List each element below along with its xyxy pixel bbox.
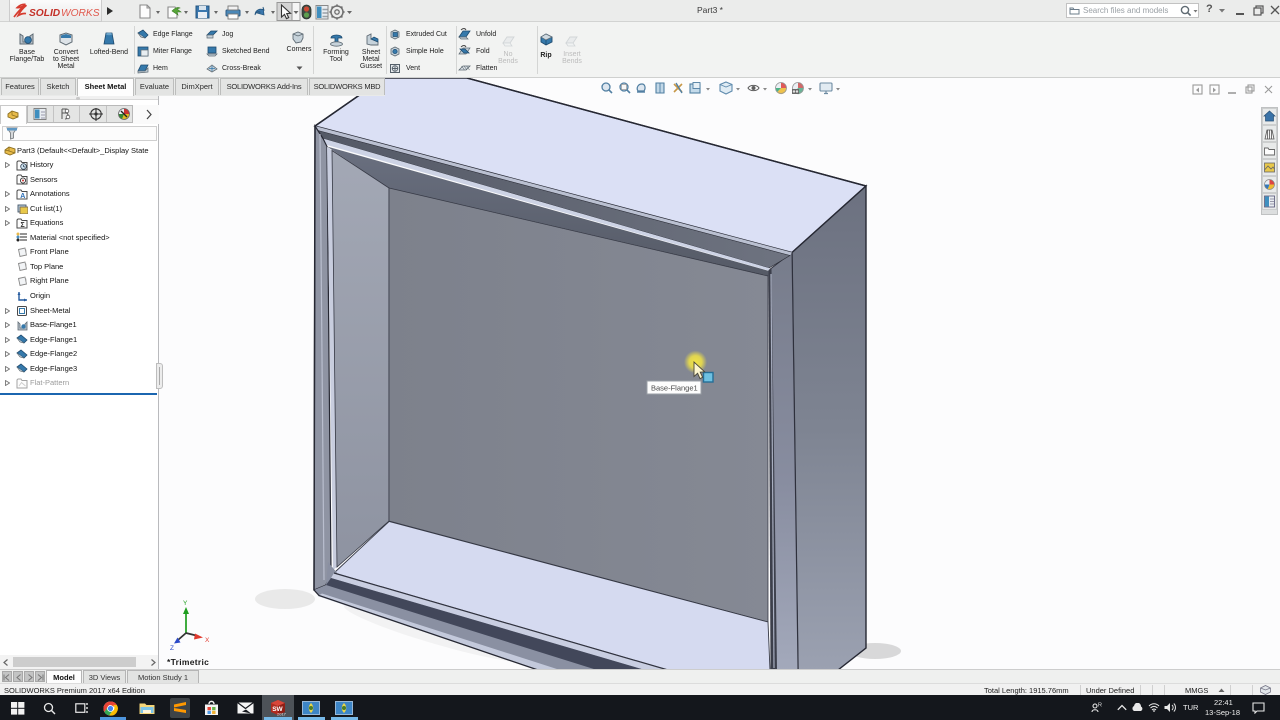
svg-text:WORKS: WORKS [61, 8, 100, 19]
svg-text:2017: 2017 [277, 712, 287, 717]
svg-text:Base-Flange1: Base-Flange1 [651, 384, 698, 393]
svg-text:R: R [1098, 703, 1102, 709]
svg-text:SOLID: SOLID [29, 8, 61, 19]
svg-text:Y: Y [183, 600, 188, 607]
svg-text:Z: Z [170, 645, 174, 652]
svg-text:X: X [205, 637, 210, 644]
